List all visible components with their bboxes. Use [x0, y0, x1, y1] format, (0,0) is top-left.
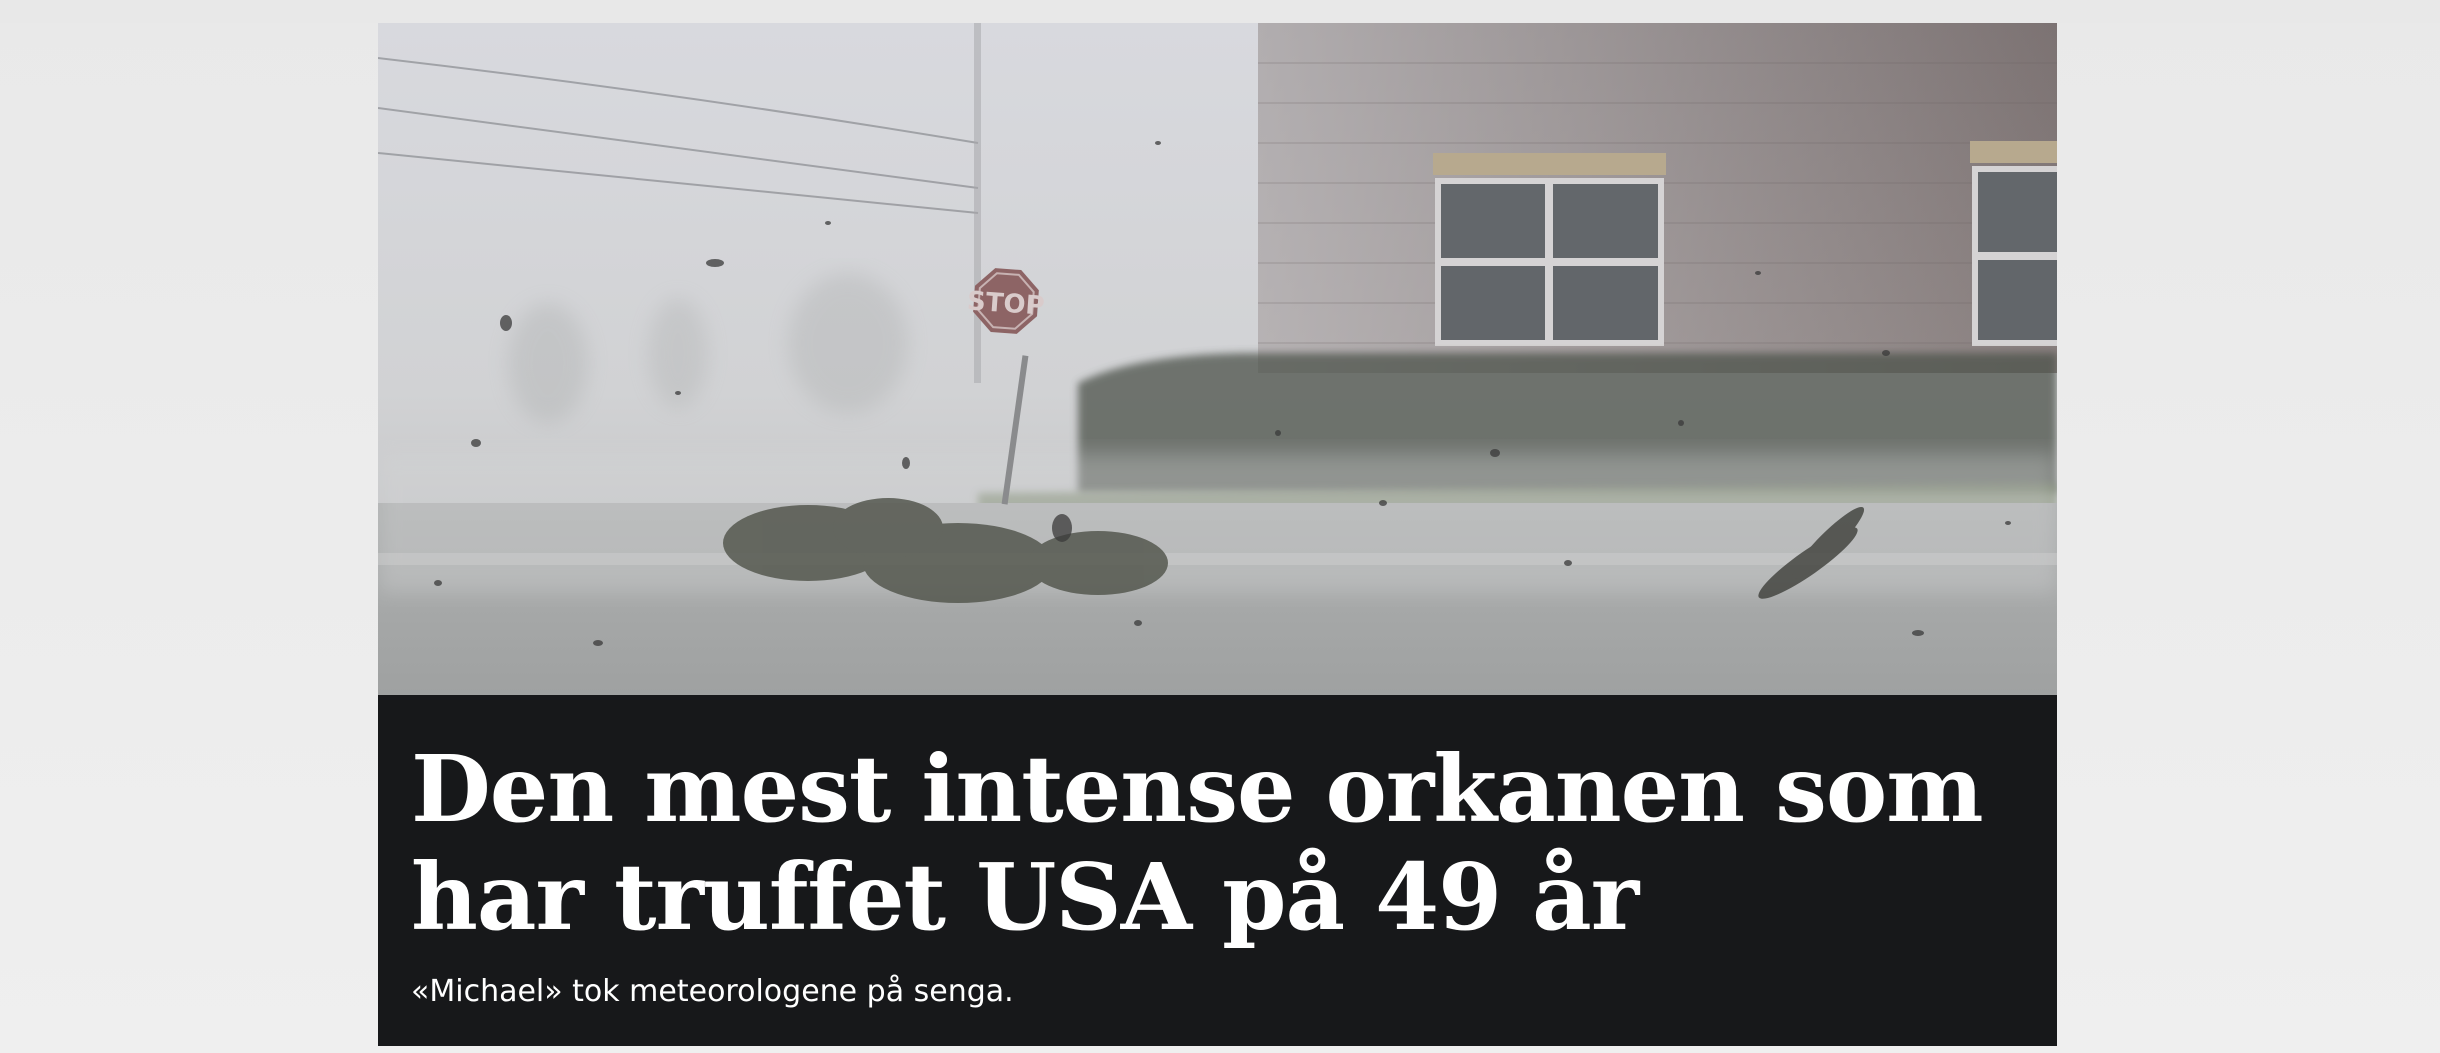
top-strip — [0, 0, 2440, 23]
article-subtitle: «Michael» tok meteorologene på senga. — [411, 974, 1014, 1009]
hero-image[interactable]: STOP — [378, 23, 2057, 695]
article-headline[interactable]: Den mest intense orkanen som har truffet… — [411, 735, 2031, 951]
page: STOP Den mest intense orkanen som har tr… — [0, 0, 2440, 1053]
hurricane-photo: STOP — [378, 23, 2057, 695]
article-card[interactable]: STOP Den mest intense orkanen som har tr… — [378, 23, 2057, 1046]
headline-block[interactable]: Den mest intense orkanen som har truffet… — [378, 695, 2057, 1046]
stop-sign-text: STOP — [966, 286, 1046, 321]
